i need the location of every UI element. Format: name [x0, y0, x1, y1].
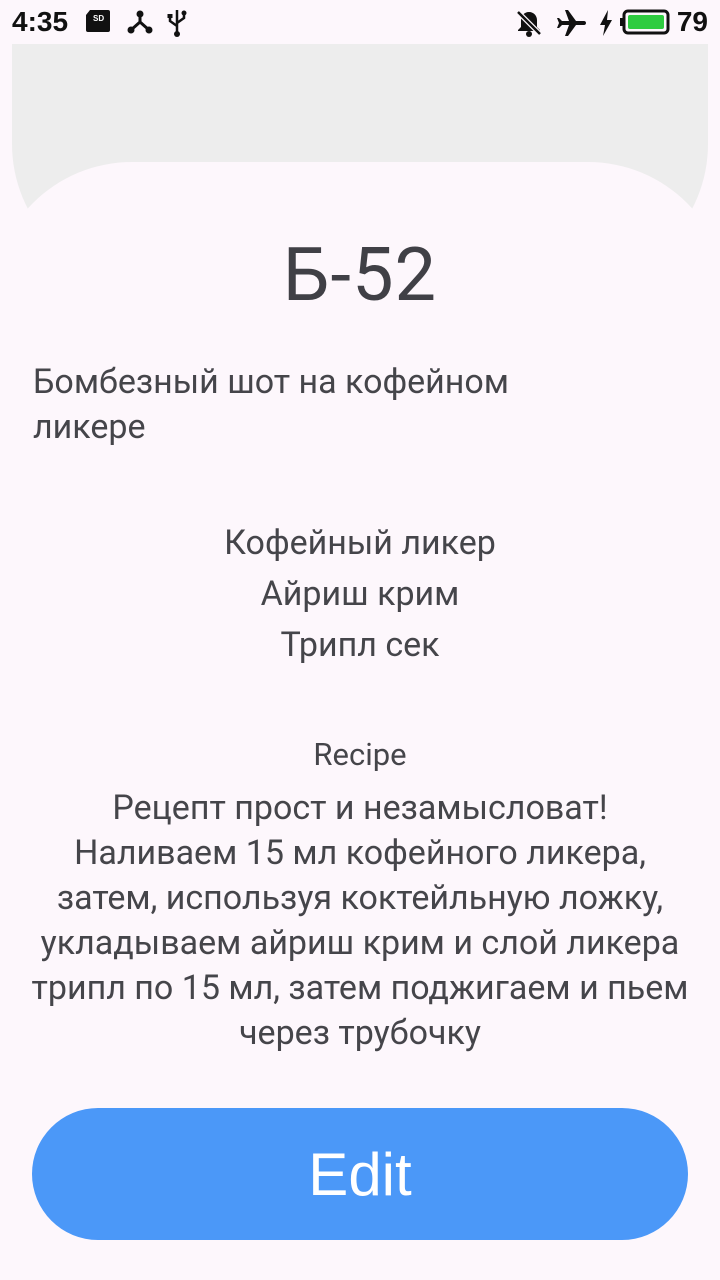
edit-button[interactable]: Edit [32, 1108, 688, 1240]
graph-icon [127, 10, 153, 34]
ingredients-list: Кофейный ликер Айриш крим Трипл сек [0, 518, 720, 671]
ingredient-item: Айриш крим [260, 574, 460, 614]
usb-icon [167, 10, 187, 37]
ingredient-item: Трипл сек [280, 625, 440, 665]
drink-description: Бомбезный шот на кофейном ликере [33, 362, 510, 447]
status-bar: 4:35 SD 79 [0, 0, 720, 44]
airplane-mode-icon [557, 10, 586, 36]
recipe-text: Рецепт прост и незамысловат! Наливаем 15… [31, 788, 689, 1053]
notifications-off-icon [516, 10, 542, 37]
svg-text:SD: SD [93, 14, 104, 23]
battery-percentage: 79 [676, 6, 708, 37]
recipe-heading: Recipe [313, 736, 407, 773]
charging-icon [600, 10, 612, 36]
status-time: 4:35 [12, 6, 69, 37]
ingredient-item: Кофейный ликер [224, 523, 496, 563]
battery-icon [620, 9, 670, 35]
drink-title: Б-52 [282, 232, 438, 319]
sd-card-icon: SD [86, 10, 110, 32]
